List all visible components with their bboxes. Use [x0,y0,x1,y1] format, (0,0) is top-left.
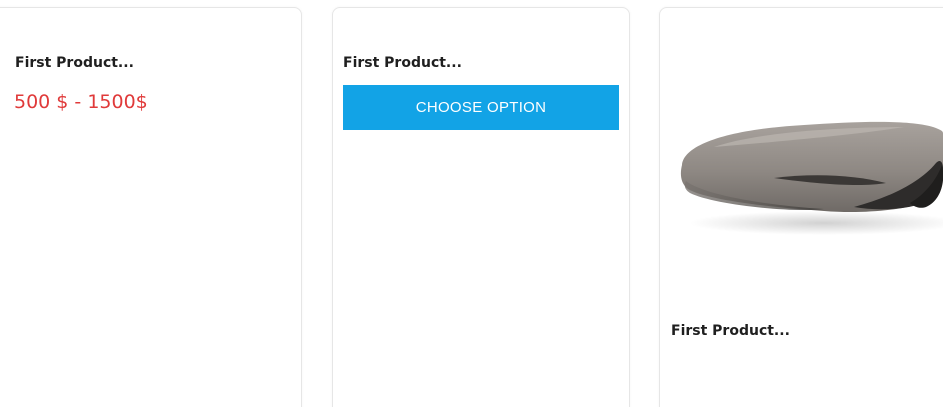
product-title[interactable]: First Product... [15,55,134,71]
product-grid: First Product... 500 $ - 1500$ First Pro… [0,0,943,407]
product-price: 500 $ - 1500$ [14,91,148,113]
product-card[interactable]: First Product... 500 $ - 1500$ [0,7,302,407]
product-title[interactable]: First Product... [671,323,790,339]
seat-cushion-product-image[interactable] [674,103,943,243]
choose-option-button[interactable]: CHOOSE OPTION [343,85,619,130]
product-title[interactable]: First Product... [343,55,462,71]
product-card[interactable]: First Product... CHOOSE OPTION [332,7,630,407]
product-card[interactable]: First Product... [659,7,943,407]
